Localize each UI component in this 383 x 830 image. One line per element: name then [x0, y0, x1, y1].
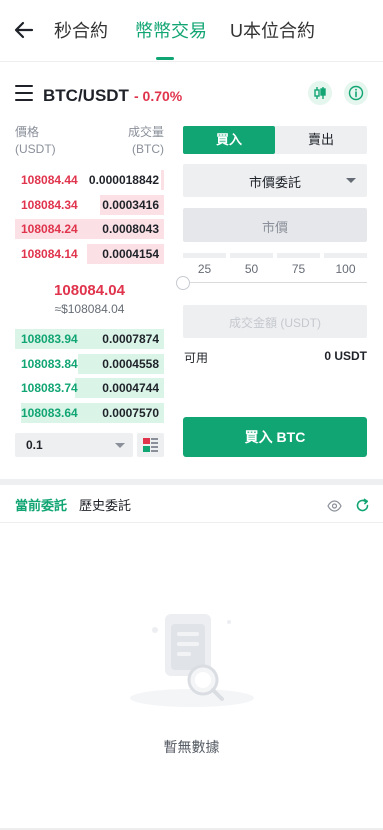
ask-price: 108084.34 [21, 198, 78, 212]
bid-row[interactable]: 108083.94 0.0007874 [15, 329, 164, 349]
amount-slider-track[interactable] [183, 282, 367, 283]
bid-price: 108083.84 [21, 357, 78, 371]
section-divider [0, 479, 383, 485]
percent-bar-75[interactable] [277, 253, 320, 258]
top-nav: 秒合約 幣幣交易 U本位合約 [0, 0, 383, 62]
total-amount-input[interactable]: 成交金額 (USDT) [183, 305, 367, 338]
info-icon [348, 85, 364, 101]
candlestick-icon [314, 87, 326, 99]
ask-quantity: 0.0004154 [102, 247, 159, 261]
volume-column-header: 成交量 (BTC) [127, 125, 164, 156]
info-button[interactable] [344, 81, 368, 105]
active-tab-indicator [156, 57, 174, 60]
ask-row[interactable]: 108084.44 0.000018842 [15, 170, 164, 190]
bid-row[interactable]: 108083.64 0.0007570 [15, 403, 164, 423]
bid-price: 108083.94 [21, 332, 78, 346]
percent-option-100[interactable]: 100 [324, 262, 367, 276]
available-balance: 0 USDT [324, 349, 367, 363]
precision-value: 0.1 [26, 438, 43, 452]
percent-bar-50[interactable] [230, 253, 273, 258]
price-input[interactable]: 市價 [183, 208, 367, 242]
chevron-down-icon [115, 443, 125, 448]
percent-option-50[interactable]: 50 [230, 262, 273, 276]
tab-second-contract[interactable]: 秒合約 [54, 17, 108, 43]
menu-icon[interactable] [15, 85, 33, 101]
percent-bar-25[interactable] [183, 253, 226, 258]
ask-quantity: 0.000018842 [88, 173, 159, 187]
ask-quantity: 0.0003416 [102, 198, 159, 212]
bid-row[interactable]: 108083.84 0.0004558 [15, 354, 164, 374]
pair-symbol[interactable]: BTC/USDT [43, 86, 129, 106]
percent-bar-100[interactable] [324, 253, 367, 258]
refresh-icon[interactable] [355, 498, 370, 513]
amount-slider-handle[interactable] [176, 276, 190, 290]
orderbook-layout-button[interactable] [137, 433, 164, 457]
sell-tab[interactable]: 賣出 [275, 126, 367, 154]
orders-header-divider [0, 522, 383, 523]
back-arrow-icon[interactable] [12, 18, 36, 42]
percent-option-25[interactable]: 25 [183, 262, 226, 276]
caret-down-icon [346, 178, 356, 183]
total-amount-placeholder: 成交金額 (USDT) [229, 316, 321, 330]
tab-spot-trading[interactable]: 幣幣交易 [135, 17, 207, 43]
ask-price: 108084.44 [21, 173, 78, 187]
kline-chart-button[interactable] [308, 81, 332, 105]
empty-state-text: 暫無數據 [163, 739, 220, 755]
last-price-fiat: ≈$108084.04 [54, 302, 125, 316]
buy-btc-button[interactable]: 買入 BTC [183, 417, 367, 457]
tab-current-orders[interactable]: 當前委託 [15, 495, 67, 514]
price-placeholder: 市價 [261, 220, 288, 235]
orderbook-layout-icon [143, 438, 158, 452]
tab-order-history[interactable]: 歷史委託 [79, 495, 131, 514]
pair-change: - 0.70% [134, 88, 183, 104]
bid-quantity: 0.0007874 [102, 332, 159, 346]
eye-icon[interactable] [327, 500, 342, 512]
pair-header: BTC/USDT - 0.70% [0, 62, 383, 126]
bid-price: 108083.74 [21, 381, 78, 395]
buy-sell-toggle: 買入 賣出 [183, 126, 367, 154]
bid-quantity: 0.0004744 [102, 381, 159, 395]
ask-depth-bar [161, 170, 164, 190]
bid-quantity: 0.0004558 [102, 357, 159, 371]
ask-row[interactable]: 108084.14 0.0004154 [15, 244, 164, 264]
depth-precision-select[interactable]: 0.1 [15, 433, 133, 457]
percent-option-75[interactable]: 75 [277, 262, 320, 276]
price-column-header: 價格 (USDT) [15, 125, 56, 156]
buy-tab[interactable]: 買入 [183, 126, 275, 154]
ask-price: 108084.24 [21, 222, 78, 236]
ask-row[interactable]: 108084.34 0.0003416 [15, 195, 164, 215]
tab-usdt-futures[interactable]: U本位合約 [230, 17, 315, 43]
bid-price: 108083.64 [21, 406, 78, 420]
ask-row[interactable]: 108084.24 0.0008043 [15, 219, 164, 239]
available-label: 可用 [184, 351, 209, 365]
last-price: 108084.04 [54, 282, 125, 299]
bid-row[interactable]: 108083.74 0.0004744 [15, 378, 164, 398]
empty-state-illustration [130, 614, 254, 707]
order-type-select[interactable]: 市價委託 [183, 164, 367, 197]
order-type-value: 市價委託 [248, 175, 301, 190]
ask-price: 108084.14 [21, 247, 78, 261]
ask-quantity: 0.0008043 [102, 222, 159, 236]
bid-quantity: 0.0007570 [102, 406, 159, 420]
